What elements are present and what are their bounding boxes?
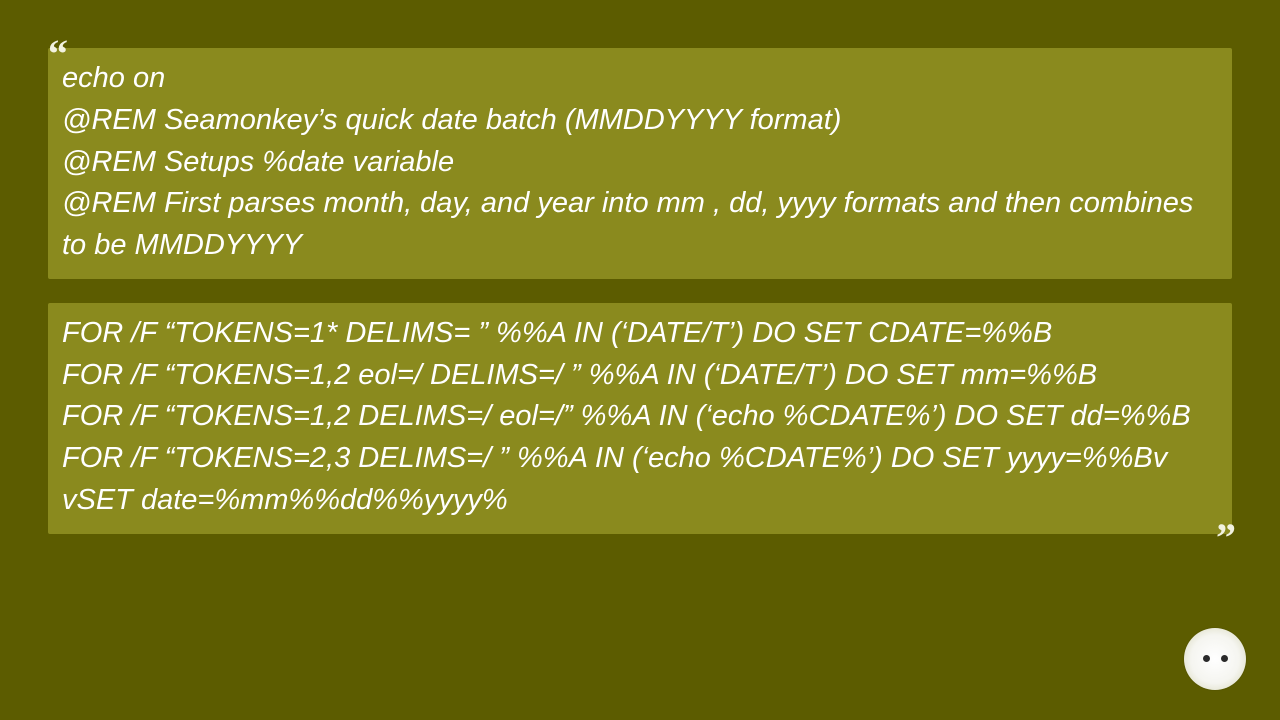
open-quote-icon: “ bbox=[48, 34, 68, 74]
code-line: @REM First parses month, day, and year i… bbox=[62, 183, 1218, 267]
code-line: FOR /F “TOKENS=1* DELIMS= ” %%A IN (‘DAT… bbox=[62, 313, 1218, 355]
close-quote-icon: ” bbox=[1216, 518, 1236, 558]
code-block-2: FOR /F “TOKENS=1* DELIMS= ” %%A IN (‘DAT… bbox=[48, 303, 1232, 534]
code-line: FOR /F “TOKENS=1,2 eol=/ DELIMS=/ ” %%A … bbox=[62, 355, 1218, 397]
code-line: @REM Setups %date variable bbox=[62, 142, 1218, 184]
code-block-1: echo on @REM Seamonkey’s quick date batc… bbox=[48, 48, 1232, 279]
emoji-button[interactable] bbox=[1184, 628, 1246, 690]
code-line: echo on bbox=[62, 58, 1218, 100]
code-line: FOR /F “TOKENS=1,2 DELIMS=/ eol=/” %%A I… bbox=[62, 396, 1218, 438]
neutral-face-icon bbox=[1203, 655, 1228, 662]
code-line: FOR /F “TOKENS=2,3 DELIMS=/ ” %%A IN (‘e… bbox=[62, 438, 1218, 480]
content-container: echo on @REM Seamonkey’s quick date batc… bbox=[0, 0, 1280, 534]
code-line: vSET date=%mm%%dd%%yyyy% bbox=[62, 480, 1218, 522]
code-line: @REM Seamonkey’s quick date batch (MMDDY… bbox=[62, 100, 1218, 142]
